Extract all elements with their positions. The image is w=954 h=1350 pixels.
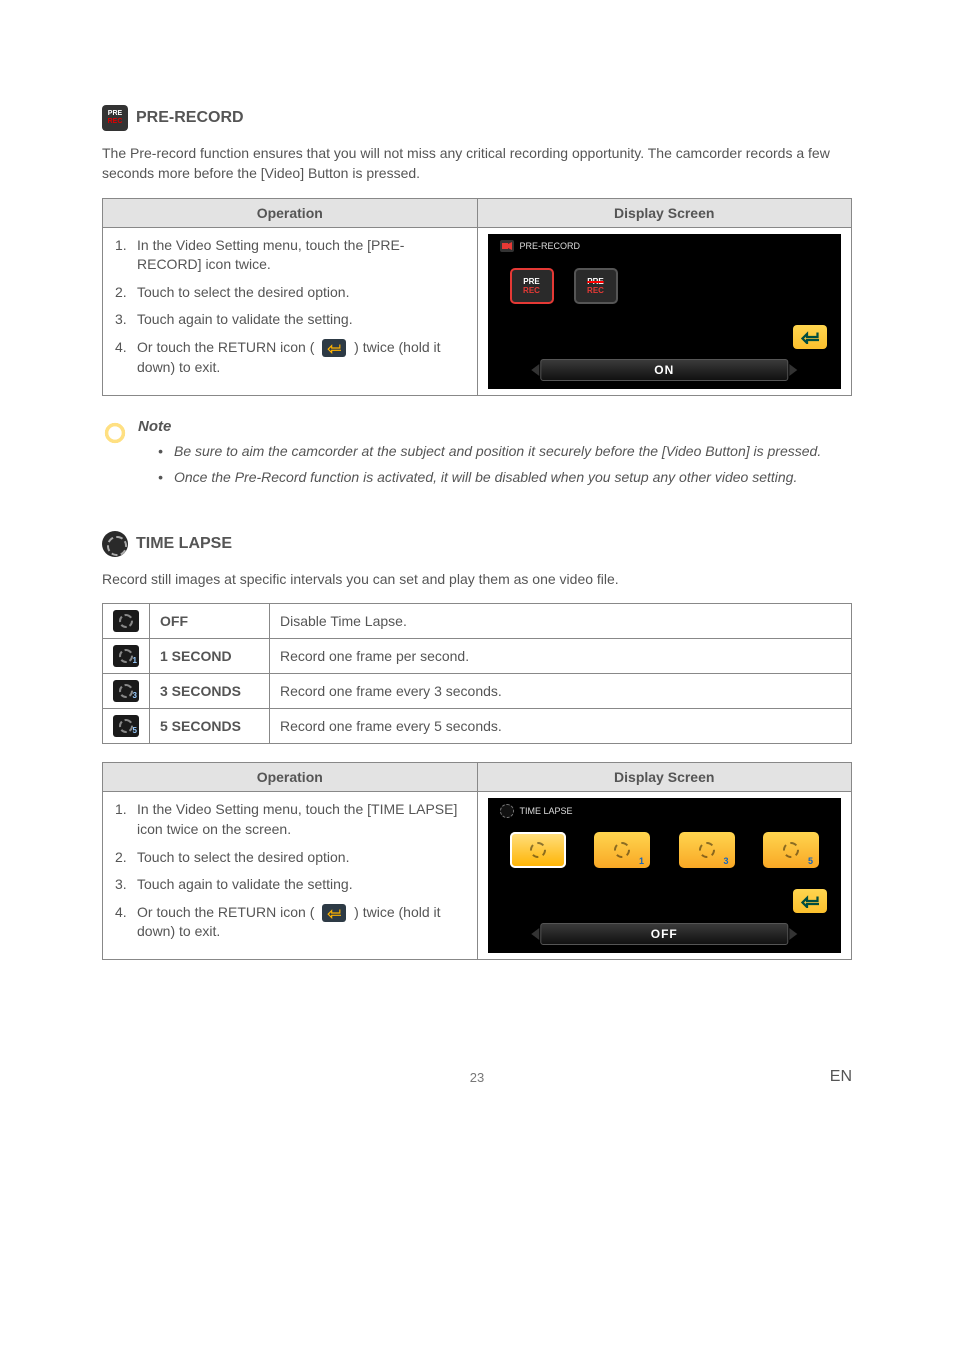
timelapse-options-table: OFF Disable Time Lapse. 1 SECOND Record … bbox=[102, 603, 852, 744]
pre-rec-on-button[interactable]: PREREC bbox=[510, 268, 554, 304]
tl-1s-button[interactable]: 1 bbox=[594, 832, 650, 868]
step-4: 4. Or touch the RETURN icon ( ) twice (h… bbox=[115, 903, 465, 942]
option-row: OFF Disable Time Lapse. bbox=[103, 604, 852, 639]
document-page: PREREC PRE-RECORD The Pre-record functio… bbox=[0, 0, 954, 1144]
return-icon bbox=[322, 904, 346, 922]
tl-1s-icon bbox=[113, 645, 139, 667]
tl-3s-icon bbox=[113, 680, 139, 702]
tl-5s-icon bbox=[113, 715, 139, 737]
tl-off-icon bbox=[113, 610, 139, 632]
col-display-screen: Display Screen bbox=[477, 198, 852, 227]
status-label[interactable]: OFF bbox=[541, 923, 788, 945]
step-1: 1. In the Video Setting menu, touch the … bbox=[115, 236, 465, 275]
language-label: EN bbox=[830, 1068, 852, 1086]
tl-3s-button[interactable]: 3 bbox=[679, 832, 735, 868]
option-row: 1 SECOND Record one frame per second. bbox=[103, 639, 852, 674]
pre-record-icon: PREREC bbox=[102, 105, 128, 131]
prerecord-intro: The Pre-record function ensures that you… bbox=[102, 143, 852, 184]
video-icon bbox=[500, 240, 514, 252]
col-display-screen: Display Screen bbox=[477, 763, 852, 792]
prerecord-mock-screen: PRE-RECORD PREREC PREREC ON bbox=[488, 234, 842, 389]
note-item: • Once the Pre-Record function is activa… bbox=[138, 467, 821, 487]
step-3: 3. Touch again to validate the setting. bbox=[115, 310, 465, 330]
mock-header: PRE-RECORD bbox=[500, 240, 581, 252]
step-3: 3. Touch again to validate the setting. bbox=[115, 875, 465, 895]
tl-5s-button[interactable]: 5 bbox=[763, 832, 819, 868]
lightbulb-icon bbox=[102, 420, 128, 446]
step-2: 2. Touch to select the desired option. bbox=[115, 848, 465, 868]
timelapse-mock-screen: TIME LAPSE 1 3 5 OFF bbox=[488, 798, 842, 953]
timelapse-display-cell: TIME LAPSE 1 3 5 OFF bbox=[477, 792, 852, 960]
tl-off-button[interactable] bbox=[510, 832, 566, 868]
col-operation: Operation bbox=[103, 763, 478, 792]
note-title: Note bbox=[138, 418, 821, 435]
step-1: 1. In the Video Setting menu, touch the … bbox=[115, 800, 465, 839]
timelapse-heading: TIME LAPSE bbox=[136, 535, 232, 553]
prerecord-table: Operation Display Screen 1. In the Video… bbox=[102, 198, 852, 396]
step-2: 2. Touch to select the desired option. bbox=[115, 283, 465, 303]
page-number: 23 bbox=[102, 1070, 852, 1085]
timelapse-operation-cell: 1. In the Video Setting menu, touch the … bbox=[103, 792, 478, 960]
note-block: Note • Be sure to aim the camcorder at t… bbox=[102, 418, 852, 494]
prerecord-heading-row: PREREC PRE-RECORD bbox=[102, 105, 852, 131]
page-footer: 23 EN bbox=[102, 1070, 852, 1094]
timelapse-table: Operation Display Screen 1. In the Video… bbox=[102, 762, 852, 960]
prerecord-heading: PRE-RECORD bbox=[136, 109, 244, 127]
timelapse-intro: Record still images at specific interval… bbox=[102, 569, 852, 589]
mock-header: TIME LAPSE bbox=[500, 804, 573, 818]
step-4: 4. Or touch the RETURN icon ( ) twice (h… bbox=[115, 338, 465, 377]
prerecord-operation-cell: 1. In the Video Setting menu, touch the … bbox=[103, 227, 478, 395]
mock-options-row: PREREC PREREC bbox=[510, 268, 618, 304]
prerecord-display-cell: PRE-RECORD PREREC PREREC ON bbox=[477, 227, 852, 395]
col-operation: Operation bbox=[103, 198, 478, 227]
return-button[interactable] bbox=[793, 325, 827, 349]
time-lapse-icon bbox=[500, 804, 514, 818]
option-row: 5 SECONDS Record one frame every 5 secon… bbox=[103, 709, 852, 744]
note-item: • Be sure to aim the camcorder at the su… bbox=[138, 441, 821, 461]
pre-rec-off-button[interactable]: PREREC bbox=[574, 268, 618, 304]
option-row: 3 SECONDS Record one frame every 3 secon… bbox=[103, 674, 852, 709]
status-label[interactable]: ON bbox=[541, 359, 788, 381]
return-icon bbox=[322, 339, 346, 357]
return-button[interactable] bbox=[793, 889, 827, 913]
time-lapse-icon bbox=[102, 531, 128, 557]
mock-options-row: 1 3 5 bbox=[510, 832, 820, 868]
timelapse-heading-row: TIME LAPSE bbox=[102, 531, 852, 557]
